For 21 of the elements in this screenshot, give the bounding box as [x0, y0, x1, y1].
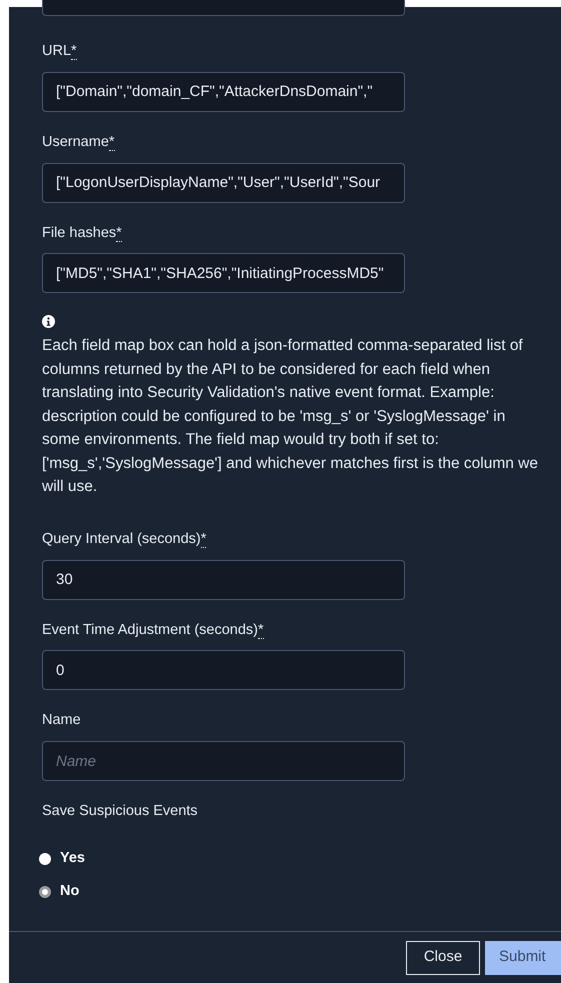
field-label: URL* — [42, 42, 77, 62]
field-label: Name — [42, 711, 81, 730]
input-field[interactable]: ["LogonUserDisplayName","User","UserId","Sour — [42, 162, 405, 202]
radio-option[interactable]: No — [39, 876, 80, 909]
field-label: Query Interval (seconds)* — [42, 530, 206, 550]
close-button[interactable]: Close — [406, 940, 480, 974]
field-label: Save Suspicious Events — [42, 802, 199, 821]
input-field[interactable]: ["Domain","domain_CF","AttackerDnsDomain"," — [42, 72, 405, 112]
submit-button[interactable]: Submit — [485, 940, 561, 974]
input-field[interactable]: 0 — [42, 650, 405, 690]
input-field[interactable]: ["MD5","SHA1","SHA256","InitiatingProcessMD5" — [42, 253, 405, 294]
field-label: File hashes* — [42, 224, 122, 244]
info-icon — [42, 315, 55, 328]
radio-option[interactable]: Yes — [39, 842, 85, 876]
field-label: Username* — [42, 132, 115, 153]
radio-button[interactable] — [39, 853, 51, 866]
field-label: Event Time Adjustment (seconds)* — [42, 620, 264, 640]
input-field[interactable]: Name — [42, 741, 405, 781]
input-field[interactable]: 30 — [42, 560, 405, 600]
radio-button[interactable] — [39, 886, 51, 898]
help-text: Each field map box can hold a json-formatted comma-separated list of columns returned by the API to be considered for each field when translating into Security Validation's native event format. Example: description could be configured to be 'msg_s' or 'SyslogMessage' in some environments. The field map would try both if set to: ['msg_s','SyslogMessage'] and whichever matches first is the column we will use. — [42, 336, 539, 498]
